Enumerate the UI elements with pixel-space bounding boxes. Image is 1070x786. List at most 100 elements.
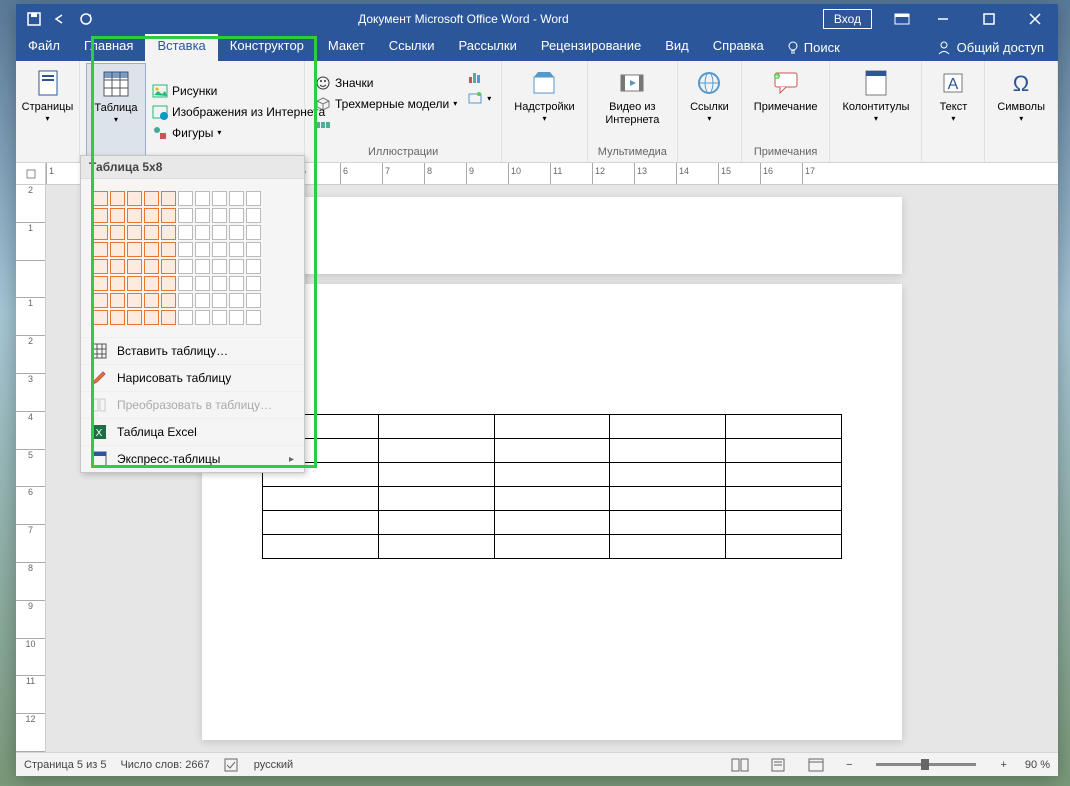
grid-cell[interactable] xyxy=(127,310,142,325)
grid-cell[interactable] xyxy=(229,242,244,257)
grid-cell[interactable] xyxy=(195,191,210,206)
table-cell[interactable] xyxy=(494,486,610,510)
tab-design[interactable]: Конструктор xyxy=(218,34,316,61)
tab-insert[interactable]: Вставка xyxy=(145,34,217,61)
grid-cell[interactable] xyxy=(195,310,210,325)
grid-cell[interactable] xyxy=(246,259,261,274)
chart-button[interactable] xyxy=(463,67,495,87)
table-cell[interactable] xyxy=(378,414,494,438)
table-cell[interactable] xyxy=(494,414,610,438)
proofing-icon[interactable] xyxy=(224,758,240,772)
grid-cell[interactable] xyxy=(246,225,261,240)
table-cell[interactable] xyxy=(610,534,726,558)
grid-cell[interactable] xyxy=(212,259,227,274)
save-button[interactable] xyxy=(22,7,46,31)
headerfooter-button[interactable]: Колонтитулы▾ xyxy=(836,63,915,160)
language-status[interactable]: русский xyxy=(254,759,293,771)
grid-cell[interactable] xyxy=(229,310,244,325)
undo-button[interactable] xyxy=(48,7,72,31)
grid-cell[interactable] xyxy=(127,242,142,257)
table-cell[interactable] xyxy=(610,438,726,462)
grid-cell[interactable] xyxy=(161,191,176,206)
table-cell[interactable] xyxy=(726,462,842,486)
grid-cell[interactable] xyxy=(93,259,108,274)
grid-cell[interactable] xyxy=(127,293,142,308)
grid-cell[interactable] xyxy=(178,259,193,274)
smartart-button[interactable] xyxy=(311,115,461,135)
grid-cell[interactable] xyxy=(161,225,176,240)
grid-cell[interactable] xyxy=(212,293,227,308)
grid-cell[interactable] xyxy=(178,208,193,223)
grid-cell[interactable] xyxy=(110,276,125,291)
table-cell[interactable] xyxy=(610,462,726,486)
3dmodels-button[interactable]: Трехмерные модели ▾ xyxy=(311,94,461,114)
grid-cell[interactable] xyxy=(93,242,108,257)
document-table[interactable] xyxy=(262,414,842,559)
grid-cell[interactable] xyxy=(110,242,125,257)
grid-cell[interactable] xyxy=(144,276,159,291)
quick-tables-item[interactable]: Экспресс-таблицы▸ xyxy=(81,445,304,472)
table-cell[interactable] xyxy=(378,510,494,534)
table-cell[interactable] xyxy=(494,462,610,486)
table-cell[interactable] xyxy=(726,534,842,558)
read-mode-button[interactable] xyxy=(728,756,752,774)
online-pictures-button[interactable]: Изображения из Интернета xyxy=(148,102,329,122)
grid-cell[interactable] xyxy=(161,276,176,291)
grid-cell[interactable] xyxy=(127,191,142,206)
grid-cell[interactable] xyxy=(127,225,142,240)
grid-cell[interactable] xyxy=(246,242,261,257)
tab-view[interactable]: Вид xyxy=(653,34,701,61)
online-video-button[interactable]: Видео из Интернета xyxy=(594,63,671,144)
word-count[interactable]: Число слов: 2667 xyxy=(120,759,209,771)
tab-home[interactable]: Главная xyxy=(72,34,145,61)
grid-cell[interactable] xyxy=(246,276,261,291)
zoom-out-button[interactable]: − xyxy=(842,759,856,771)
grid-cell[interactable] xyxy=(144,208,159,223)
addins-button[interactable]: Надстройки▾ xyxy=(508,63,580,160)
grid-cell[interactable] xyxy=(178,242,193,257)
grid-cell[interactable] xyxy=(212,191,227,206)
table-cell[interactable] xyxy=(494,510,610,534)
grid-cell[interactable] xyxy=(93,208,108,223)
zoom-level[interactable]: 90 % xyxy=(1025,759,1050,771)
grid-cell[interactable] xyxy=(195,259,210,274)
grid-cell[interactable] xyxy=(110,293,125,308)
draw-table-item[interactable]: Нарисовать таблицу xyxy=(81,364,304,391)
table-cell[interactable] xyxy=(726,510,842,534)
minimize-button[interactable] xyxy=(920,4,966,34)
page-previous[interactable] xyxy=(202,197,902,274)
maximize-button[interactable] xyxy=(966,4,1012,34)
tab-help[interactable]: Справка xyxy=(701,34,776,61)
grid-cell[interactable] xyxy=(144,225,159,240)
redo-button[interactable] xyxy=(74,7,98,31)
grid-cell[interactable] xyxy=(144,293,159,308)
grid-cell[interactable] xyxy=(93,310,108,325)
links-button[interactable]: Ссылки▾ xyxy=(684,63,735,160)
login-button[interactable]: Вход xyxy=(823,9,872,29)
web-layout-button[interactable] xyxy=(804,756,828,774)
grid-cell[interactable] xyxy=(161,259,176,274)
table-cell[interactable] xyxy=(263,486,379,510)
icons-button[interactable]: Значки xyxy=(311,73,461,93)
grid-cell[interactable] xyxy=(110,310,125,325)
excel-table-item[interactable]: XТаблица Excel xyxy=(81,418,304,445)
pictures-button[interactable]: Рисунки xyxy=(148,81,329,101)
table-button[interactable]: Таблица ▾ xyxy=(86,63,146,160)
zoom-in-button[interactable]: + xyxy=(996,759,1010,771)
table-cell[interactable] xyxy=(263,534,379,558)
grid-cell[interactable] xyxy=(110,259,125,274)
text-button[interactable]: AТекст▾ xyxy=(928,63,978,160)
table-cell[interactable] xyxy=(378,462,494,486)
tab-mailings[interactable]: Рассылки xyxy=(446,34,528,61)
table-cell[interactable] xyxy=(726,414,842,438)
table-cell[interactable] xyxy=(610,414,726,438)
grid-cell[interactable] xyxy=(144,310,159,325)
grid-cell[interactable] xyxy=(229,225,244,240)
close-button[interactable] xyxy=(1012,4,1058,34)
grid-cell[interactable] xyxy=(195,208,210,223)
grid-cell[interactable] xyxy=(246,191,261,206)
grid-cell[interactable] xyxy=(229,293,244,308)
tab-references[interactable]: Ссылки xyxy=(377,34,447,61)
grid-cell[interactable] xyxy=(110,225,125,240)
grid-cell[interactable] xyxy=(229,276,244,291)
